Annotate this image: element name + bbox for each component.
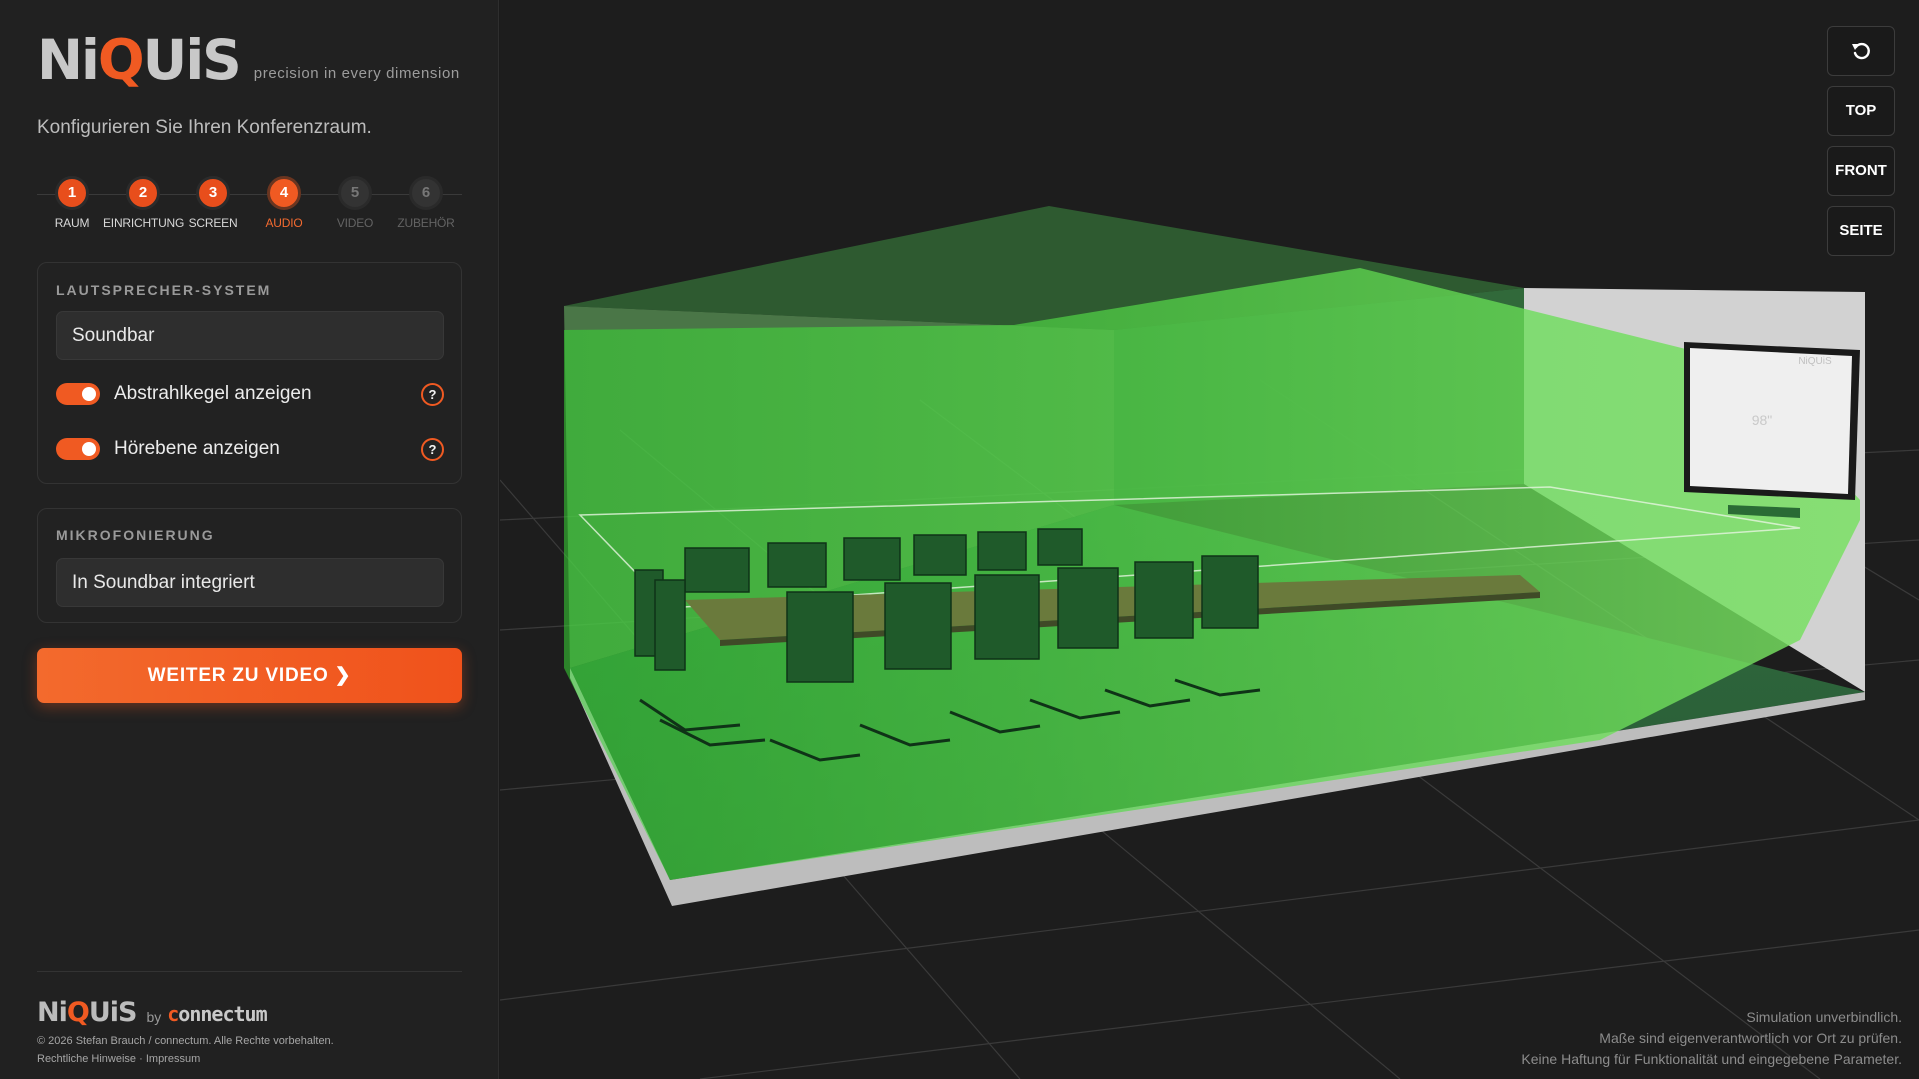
chair	[913, 534, 967, 576]
chair	[786, 591, 854, 683]
intro-text: Konfigurieren Sie Ihren Konferenzraum.	[37, 117, 372, 138]
chair	[843, 537, 901, 581]
microphone-select[interactable]: In Soundbar integriert	[56, 558, 444, 607]
step-number: 2	[126, 176, 160, 210]
card-title: LAUTSPRECHER-SYSTEM	[56, 282, 272, 298]
legal-notice-link[interactable]: Rechtliche Hinweise	[37, 1053, 136, 1065]
view-front-button[interactable]: FRONT	[1827, 146, 1895, 196]
step-audio[interactable]: 4 AUDIO	[244, 176, 324, 230]
step-video[interactable]: 5 VIDEO	[315, 176, 395, 230]
footer-logo: NiQUiS by connectum	[37, 998, 462, 1026]
chair	[977, 531, 1027, 571]
reset-view-button[interactable]	[1827, 26, 1895, 76]
card-title: MIKROFONIERUNG	[56, 527, 215, 543]
display-screen: NiQUiS 98"	[1684, 342, 1860, 518]
config-sidebar: NiQUiS precision in every dimension Konf…	[0, 0, 499, 1079]
step-label: EINRICHTUNG	[103, 216, 185, 230]
chair	[1134, 561, 1194, 639]
toggle-knob	[82, 442, 96, 456]
disclaimer-line: Keine Haftung für Funktionalität und ein…	[1521, 1051, 1902, 1067]
room-scene: NiQUiS 98"	[500, 206, 1919, 1079]
chair	[767, 542, 827, 588]
footer-wordmark: NiQUiS	[37, 997, 137, 1028]
logo-wordmark: NiQUiS	[37, 28, 242, 92]
legal-links: Rechtliche Hinweise · Impressum	[37, 1053, 462, 1065]
step-number: 6	[409, 176, 443, 210]
listening-plane-toggle[interactable]	[56, 438, 100, 460]
help-icon[interactable]: ?	[421, 437, 444, 461]
link-separator: ·	[139, 1053, 143, 1065]
step-number: 4	[267, 176, 301, 210]
chair	[684, 547, 750, 593]
disclaimer-line: Maße sind eigenverantwortlich vor Ort zu…	[1599, 1030, 1902, 1046]
step-number: 5	[338, 176, 372, 210]
view-top-button[interactable]: TOP	[1827, 86, 1895, 136]
step-screen[interactable]: 3 SCREEN	[173, 176, 253, 230]
next-video-button[interactable]: WEITER ZU VIDEO ❯	[37, 648, 462, 703]
chair	[1057, 567, 1119, 649]
step-number: 3	[196, 176, 230, 210]
imprint-link[interactable]: Impressum	[146, 1053, 200, 1065]
room-3d-viewport[interactable]: NiQUiS 98" TOP FRONT SEITE Simulation un…	[500, 0, 1919, 1079]
help-icon[interactable]: ?	[421, 382, 444, 406]
copyright-text: © 2026 Stefan Brauch / connectum. Alle R…	[37, 1035, 334, 1047]
toggle-label: Abstrahlkegel anzeigen	[114, 383, 312, 404]
disclaimer-line: Simulation unverbindlich.	[1746, 1009, 1902, 1025]
rotate-left-icon	[1852, 42, 1870, 60]
toggle-row-beam-cone: Abstrahlkegel anzeigen ?	[56, 381, 444, 407]
footer-by: by	[146, 1009, 162, 1025]
brand-tagline: precision in every dimension	[253, 65, 460, 82]
step-einrichtung[interactable]: 2 EINRICHTUNG	[103, 176, 185, 230]
beam-cone-toggle[interactable]	[56, 383, 100, 405]
chair	[884, 582, 952, 670]
disclaimer: Simulation unverbindlich. Maße sind eige…	[1521, 1007, 1902, 1070]
app-root: NiQUiS precision in every dimension Konf…	[0, 0, 1919, 1079]
display-size-label: 98"	[1752, 412, 1773, 428]
sidebar-footer: NiQUiS by connectum © 2026 Stefan Brauch…	[37, 971, 462, 1065]
chair	[1037, 528, 1083, 566]
speaker-system-select[interactable]: Soundbar	[56, 311, 444, 360]
view-side-button[interactable]: SEITE	[1827, 206, 1895, 256]
brand-logo: NiQUiS precision in every dimension	[37, 28, 460, 92]
toggle-label: Hörebene anzeigen	[114, 438, 280, 459]
chair	[654, 579, 686, 671]
speaker-system-card: LAUTSPRECHER-SYSTEM Soundbar Abstrahlkeg…	[37, 262, 462, 484]
step-label: SCREEN	[188, 216, 238, 230]
step-label: ZUBEHÖR	[397, 216, 455, 230]
step-label: RAUM	[54, 216, 90, 230]
step-number: 1	[55, 176, 89, 210]
step-label: VIDEO	[336, 216, 374, 230]
display-brand: NiQUiS	[1798, 356, 1832, 367]
step-zubehoer[interactable]: 6 ZUBEHÖR	[386, 176, 466, 230]
step-raum[interactable]: 1 RAUM	[32, 176, 112, 230]
step-progress: 1 RAUM 2 EINRICHTUNG 3 SCREEN 4 AUDIO 5 …	[37, 176, 462, 236]
step-label: AUDIO	[265, 216, 303, 230]
partner-logo: connectum	[167, 1002, 267, 1026]
toggle-knob	[82, 387, 96, 401]
chair	[974, 574, 1040, 660]
chair	[1201, 555, 1259, 629]
toggle-row-listening-plane: Hörebene anzeigen ?	[56, 436, 444, 462]
microphone-card: MIKROFONIERUNG In Soundbar integriert	[37, 508, 462, 623]
